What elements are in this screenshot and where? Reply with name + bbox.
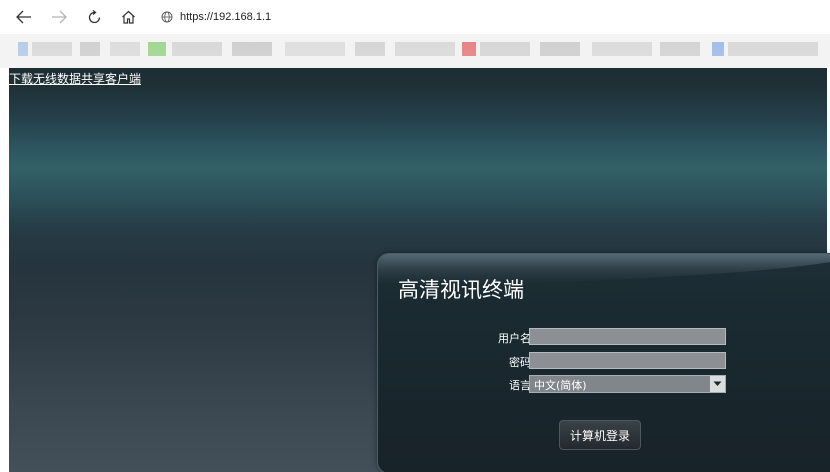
chevron-down-icon[interactable] — [710, 376, 725, 392]
username-label: 用户名 — [498, 332, 531, 345]
address-bar[interactable]: https://192.168.1.1 — [160, 5, 830, 29]
arrow-right-icon[interactable] — [48, 6, 70, 28]
download-client-link[interactable]: 下载无线数据共享客户端 — [9, 70, 141, 87]
username-input[interactable] — [529, 328, 726, 345]
arrow-left-icon[interactable] — [13, 6, 35, 28]
password-label: 密码 — [509, 356, 531, 369]
refresh-icon[interactable] — [83, 6, 105, 28]
url-text: https://192.168.1.1 — [180, 11, 272, 23]
language-select[interactable]: 中文(简体) — [529, 375, 726, 393]
page-edge — [0, 68, 9, 472]
language-value: 中文(简体) — [534, 379, 587, 392]
browser-toolbar: https://192.168.1.1 — [0, 0, 830, 34]
globe-icon — [160, 10, 174, 24]
login-panel: 高清视讯终端 用户名 密码 语言 中文(简体) 计算机登录 — [377, 253, 830, 472]
home-icon[interactable] — [117, 6, 139, 28]
router-login-page: 下载无线数据共享客户端 高清视讯终端 用户名 密码 语言 中文(简体) 计算机登… — [0, 68, 830, 472]
panel-title: 高清视讯终端 — [398, 278, 524, 302]
password-input[interactable] — [529, 352, 726, 369]
language-label: 语言 — [509, 379, 531, 392]
computer-login-button[interactable]: 计算机登录 — [559, 420, 641, 450]
bookmarks-bar — [0, 34, 830, 68]
